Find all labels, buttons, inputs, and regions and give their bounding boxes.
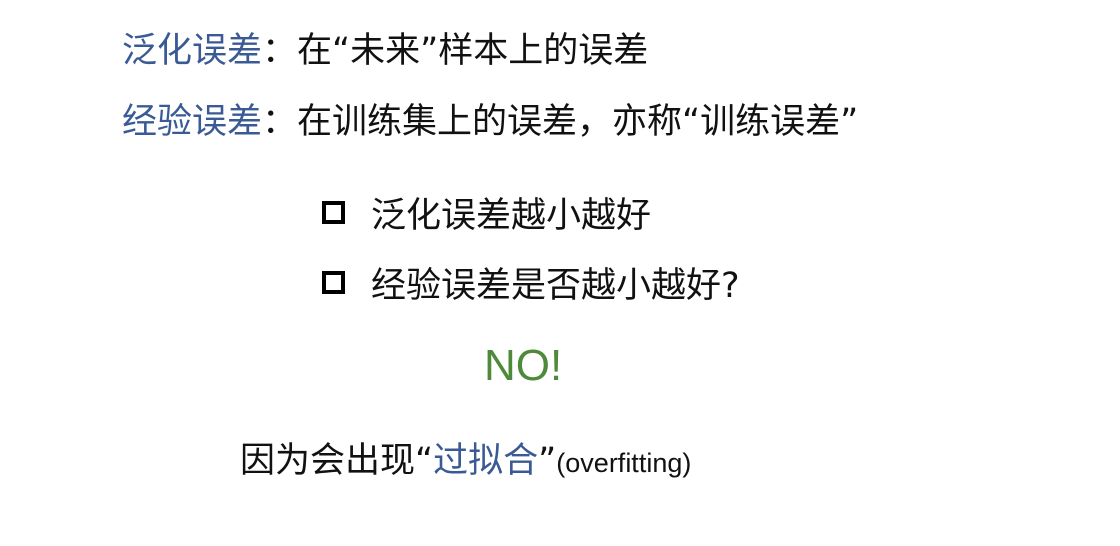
empirical-error-line: 经验误差：在训练集上的误差，亦称“训练误差” [122,100,858,144]
empirical-error-definition: 在训练集上的误差，亦称“训练误差” [297,102,859,142]
generalization-error-definition: 在“未来”样本上的误差 [297,31,649,71]
checkbox-square-icon [322,270,345,294]
reason-prefix: 因为会出现“ [240,441,434,481]
empirical-error-colon: ： [262,102,298,142]
overfitting-reason-line: 因为会出现“过拟合”(overfitting) [240,439,691,485]
bullet-item-generalization: 泛化误差越小越好 [322,190,651,236]
bullet-item-empirical: 经验误差是否越小越好? [322,260,740,306]
overfitting-english: (overfitting) [556,448,692,478]
bullet-text: 泛化误差越小越好 [371,195,652,236]
generalization-error-line: 泛化误差：在“未来”样本上的误差 [122,29,648,73]
generalization-error-colon: ： [262,31,298,71]
bullet-text: 经验误差是否越小越好? [371,265,740,306]
overfitting-term: 过拟合 [433,441,539,481]
checkbox-square-icon [322,200,345,224]
generalization-error-term: 泛化误差 [122,31,263,71]
answer-no: NO! [484,341,563,390]
empirical-error-term: 经验误差 [122,102,263,142]
reason-suffix: ” [538,441,557,481]
